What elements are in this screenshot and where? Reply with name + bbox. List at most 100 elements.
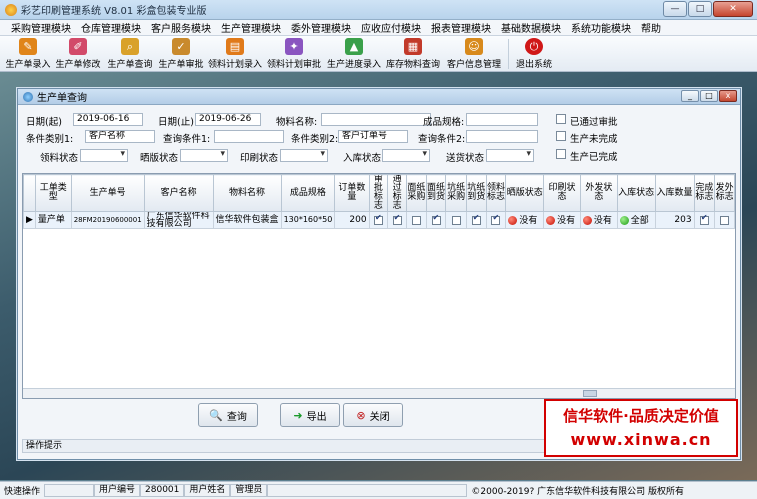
menu-help[interactable]: 帮助 bbox=[636, 20, 666, 35]
approve-checkbox[interactable] bbox=[373, 214, 383, 225]
ship-status-select[interactable] bbox=[486, 149, 534, 162]
col-header[interactable]: 面纸到货 bbox=[425, 174, 447, 212]
cell-face-arrive bbox=[425, 211, 447, 229]
col-header[interactable]: 晒版状态 bbox=[505, 174, 545, 212]
col-header[interactable]: 坑纸到货 bbox=[465, 174, 487, 212]
production-query-icon: ⌕ bbox=[121, 38, 139, 55]
pick-status-label: 领料状态 bbox=[40, 153, 79, 164]
face-purchase-checkbox[interactable] bbox=[411, 215, 421, 225]
close-query-button[interactable]: ⊗ 关闭 bbox=[343, 403, 403, 427]
toolbar-label: 生产单修改 bbox=[55, 60, 101, 70]
date-from-input[interactable]: 2019-06-16 bbox=[73, 113, 143, 126]
col-header[interactable]: 通过标志 bbox=[387, 174, 408, 212]
col-header[interactable]: 成品规格 bbox=[280, 174, 336, 212]
exit-icon: ⏻ bbox=[525, 38, 543, 55]
toolbar-label: 库存物料查询 bbox=[385, 60, 440, 70]
unfinished-label: 生产未完成 bbox=[570, 134, 618, 145]
flute-purchase-checkbox[interactable] bbox=[451, 215, 461, 225]
main-toolbar: ✎ 生产单录入 ✐ 生产单修改 ⌕ 生产单查询 ✓ 生产单审批 ▤ 领料计划录入 ✦ 领料计… bbox=[0, 36, 757, 72]
menu-basic-data[interactable]: 基础数据模块 bbox=[496, 20, 566, 35]
print-status-select[interactable] bbox=[280, 149, 328, 162]
approved-label: 已通过审批 bbox=[570, 117, 618, 128]
outsource-checkbox[interactable] bbox=[720, 215, 730, 225]
col-header[interactable]: 印刷状态 bbox=[543, 174, 581, 212]
unfinished-checkbox[interactable] bbox=[556, 131, 566, 141]
status-bar: 快速操作 用户编号 280001 用户姓名 管理员 ©2000-2019? 广东… bbox=[0, 481, 757, 499]
toolbar-progress-entry[interactable]: ▲ 生产进度录入 bbox=[324, 36, 384, 72]
toolbar-production-query[interactable]: ⌕ 生产单查询 bbox=[104, 36, 156, 72]
material-name-input[interactable] bbox=[321, 113, 431, 126]
row-indicator-header bbox=[23, 174, 36, 212]
toolbar-stock-query[interactable]: ▦ 库存物料查询 bbox=[384, 36, 442, 72]
table-row[interactable]: ▶ 量产单 28FM20190600001 广东信华软件科技有限公司 信华软件包… bbox=[23, 211, 735, 229]
export-button[interactable]: ➜ 导出 bbox=[280, 403, 340, 427]
col-header[interactable]: 入库数量 bbox=[654, 174, 695, 212]
status-text: 没有 bbox=[519, 215, 538, 226]
cat1-input[interactable]: 客户名称 bbox=[85, 130, 155, 143]
toolbar-production-approve[interactable]: ✓ 生产单审批 bbox=[156, 36, 206, 72]
toolbar-exit[interactable]: ⏻ 退出系统 bbox=[511, 36, 557, 72]
scrollbar-thumb[interactable] bbox=[583, 390, 597, 397]
done-checkbox[interactable] bbox=[699, 214, 709, 225]
face-arrive-checkbox[interactable] bbox=[431, 214, 441, 225]
progress-entry-icon: ▲ bbox=[345, 38, 363, 55]
toolbar-label: 领料计划录入 bbox=[207, 60, 262, 70]
col-header[interactable]: 坑纸采购 bbox=[445, 174, 467, 212]
col-header[interactable]: 客户名称 bbox=[143, 174, 214, 212]
status-text: 全部 bbox=[630, 215, 649, 226]
pass-checkbox[interactable] bbox=[392, 214, 402, 225]
col-header[interactable]: 完成标志 bbox=[693, 174, 716, 212]
col-header[interactable]: 工单类型 bbox=[34, 174, 72, 212]
col-header[interactable]: 物料名称 bbox=[212, 174, 282, 212]
maximize-button[interactable]: □ bbox=[688, 1, 712, 17]
col-header[interactable]: 外发状态 bbox=[579, 174, 618, 212]
minimize-button[interactable]: — bbox=[663, 1, 687, 17]
col-header[interactable]: 订单数量 bbox=[334, 174, 370, 212]
menu-reports[interactable]: 报表管理模块 bbox=[426, 20, 496, 35]
menu-warehouse[interactable]: 仓库管理模块 bbox=[76, 20, 146, 35]
toolbar-production-edit[interactable]: ✐ 生产单修改 bbox=[52, 36, 104, 72]
col-header[interactable]: 领料标志 bbox=[485, 174, 507, 212]
col-header[interactable]: 审批标志 bbox=[368, 174, 389, 212]
export-button-label: 导出 bbox=[306, 411, 327, 423]
product-spec-input[interactable] bbox=[466, 113, 538, 126]
pick-status-select[interactable] bbox=[80, 149, 128, 162]
toolbar-material-plan-entry[interactable]: ▤ 领料计划录入 bbox=[206, 36, 264, 72]
sun-status-label: 晒版状态 bbox=[140, 153, 179, 164]
menu-production[interactable]: 生产管理模块 bbox=[216, 20, 286, 35]
cell-print-status: 没有 bbox=[543, 211, 581, 229]
cell-pick bbox=[485, 211, 507, 229]
menu-outsourcing[interactable]: 委外管理模块 bbox=[286, 20, 356, 35]
sun-status-select[interactable] bbox=[180, 149, 228, 162]
instock-status-select[interactable] bbox=[382, 149, 430, 162]
production-table: 工单类型 生产单号 客户名称 物料名称 成品规格 订单数量 审批标志 通过标志 … bbox=[22, 173, 736, 399]
finished-checkbox[interactable] bbox=[556, 149, 566, 159]
production-edit-icon: ✐ bbox=[69, 38, 87, 55]
cell-flute-arrive bbox=[465, 211, 487, 229]
menu-receivable-payable[interactable]: 应收应付模块 bbox=[356, 20, 426, 35]
toolbar-customer-info[interactable]: ☺ 客户信息管理 bbox=[442, 36, 506, 72]
col-header[interactable]: 入库状态 bbox=[616, 174, 656, 212]
horizontal-scrollbar[interactable] bbox=[23, 388, 735, 398]
toolbar-material-plan-approve[interactable]: ✦ 领料计划审批 bbox=[264, 36, 324, 72]
flute-arrive-checkbox[interactable] bbox=[471, 214, 481, 225]
col-header[interactable]: 发外标志 bbox=[714, 174, 735, 212]
toolbar-production-entry[interactable]: ✎ 生产单录入 bbox=[4, 36, 52, 72]
menu-purchase[interactable]: 采购管理模块 bbox=[6, 20, 76, 35]
menu-system[interactable]: 系统功能模块 bbox=[566, 20, 636, 35]
date-to-input[interactable]: 2019-06-26 bbox=[195, 113, 261, 126]
query2-input[interactable] bbox=[466, 130, 538, 143]
col-header[interactable]: 生产单号 bbox=[70, 174, 145, 212]
pick-checkbox[interactable] bbox=[491, 214, 501, 225]
query1-input[interactable] bbox=[214, 130, 284, 143]
menu-customer-service[interactable]: 客户服务模块 bbox=[146, 20, 216, 35]
window-maximize-button[interactable]: □ bbox=[700, 90, 718, 102]
approved-checkbox[interactable] bbox=[556, 114, 566, 124]
query-button[interactable]: 🔍 查询 bbox=[198, 403, 258, 427]
cat2-input[interactable]: 客户订单号 bbox=[338, 130, 408, 143]
close-button[interactable]: ✕ bbox=[713, 1, 753, 17]
col-header[interactable]: 面纸采购 bbox=[406, 174, 427, 212]
app-title: 彩艺印刷管理系统 V8.01 彩盒包装专业版 bbox=[21, 6, 207, 17]
window-close-button[interactable]: x bbox=[719, 90, 737, 102]
window-minimize-button[interactable]: _ bbox=[681, 90, 699, 102]
